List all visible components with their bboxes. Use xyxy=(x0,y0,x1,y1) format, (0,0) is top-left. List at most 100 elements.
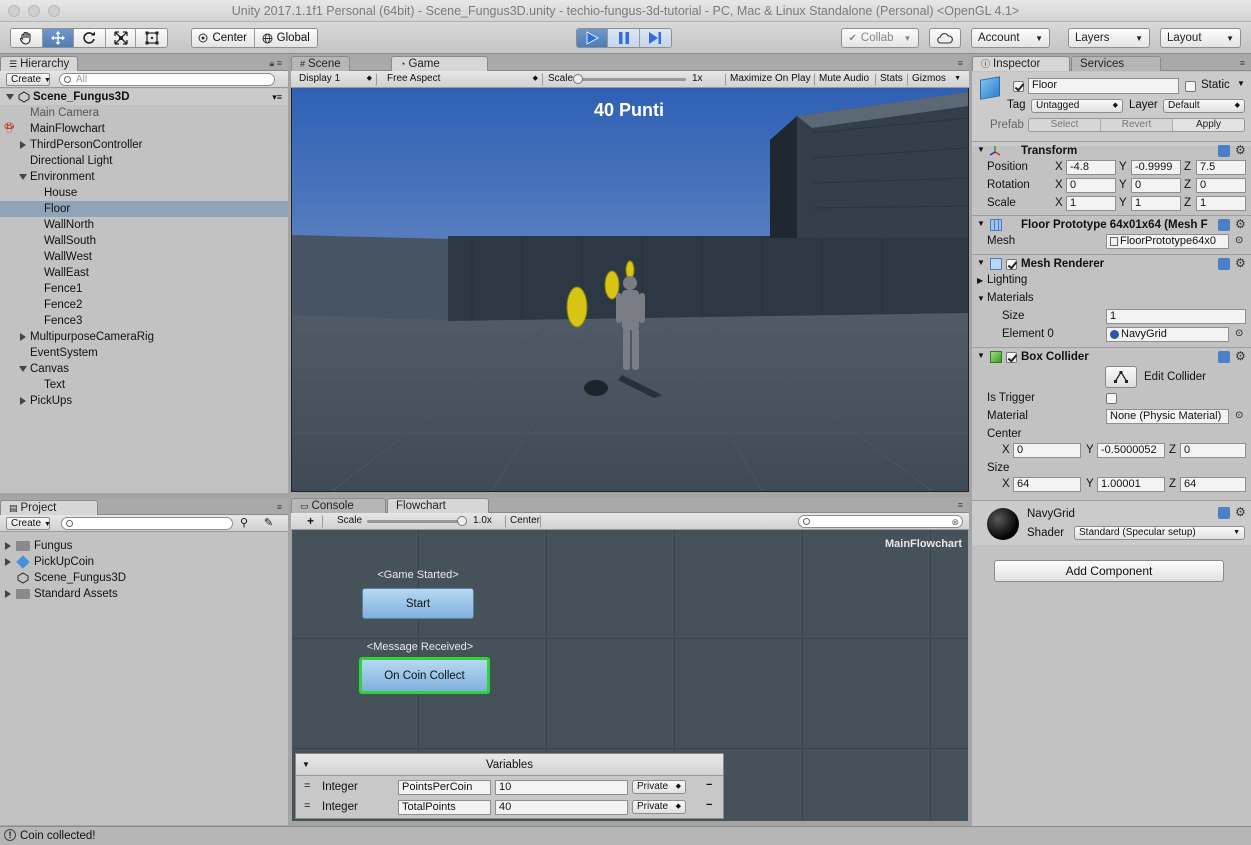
display-dropdown[interactable]: Display 1 ◆ xyxy=(295,73,377,86)
scale-y-field[interactable]: 1 xyxy=(1131,196,1181,211)
project-item-standard-assets[interactable]: Standard Assets xyxy=(0,586,288,602)
help-icon[interactable] xyxy=(1218,507,1230,519)
slider-thumb[interactable] xyxy=(573,74,583,84)
materials-size-field[interactable]: 1 xyxy=(1106,309,1246,324)
collapse-arrow-icon[interactable]: ▼ xyxy=(977,258,985,267)
materials-row[interactable]: ▼ Materials xyxy=(972,290,1251,308)
is-trigger-checkbox[interactable] xyxy=(1106,393,1117,404)
account-dropdown[interactable]: Account ▼ xyxy=(971,28,1050,48)
variable-row[interactable]: = Integer TotalPoints 40 Private ◆ − xyxy=(296,798,723,817)
center-view-button[interactable]: Center xyxy=(505,515,541,528)
remove-variable-button[interactable]: − xyxy=(706,779,712,791)
hand-tool-button[interactable] xyxy=(11,29,43,47)
material-section[interactable]: NavyGrid Shader Standard (Specular setup… xyxy=(972,500,1251,545)
block-start[interactable]: Start xyxy=(362,588,474,619)
expand-arrow-icon[interactable]: ▶ xyxy=(977,276,983,285)
tree-item-wallnorth[interactable]: WallNorth xyxy=(0,217,288,233)
tree-item-directional-light[interactable]: Directional Light xyxy=(0,153,288,169)
size-y-field[interactable]: 1.00001 xyxy=(1097,477,1165,492)
prefab-select-button[interactable]: Select xyxy=(1029,119,1101,131)
expand-arrow-icon[interactable] xyxy=(19,366,27,372)
tab-hierarchy[interactable]: ☰ Hierarchy xyxy=(0,56,79,71)
help-icon[interactable] xyxy=(1218,145,1230,157)
lighting-row[interactable]: ▶ Lighting xyxy=(972,272,1251,290)
gizmos-dropdown[interactable]: Gizmos ▼ xyxy=(907,73,965,86)
tree-item-thirdpersoncontroller[interactable]: ThirdPersonController xyxy=(0,137,288,153)
expand-arrow-icon[interactable] xyxy=(5,590,11,598)
tree-item-mainflowchart[interactable]: 🍄︎ MainFlowchart xyxy=(0,121,288,137)
project-item-fungus[interactable]: Fungus xyxy=(0,538,288,554)
variable-scope-dropdown[interactable]: Private ◆ xyxy=(632,780,686,794)
tab-flowchart[interactable]: Flowchart xyxy=(387,498,489,513)
expand-arrow-icon[interactable] xyxy=(5,558,11,566)
tree-item-fence1[interactable]: Fence1 xyxy=(0,281,288,297)
transform-header[interactable]: ▼ Transform ⚙ xyxy=(972,141,1251,161)
collapse-arrow-icon[interactable]: ▼ xyxy=(977,351,985,360)
variable-row[interactable]: = Integer PointsPerCoin 10 Private ◆ − xyxy=(296,778,723,797)
mesh-renderer-header[interactable]: ▼ Mesh Renderer ⚙ xyxy=(972,254,1251,274)
step-button[interactable] xyxy=(639,29,671,47)
project-search-input[interactable] xyxy=(61,517,233,530)
remove-variable-button[interactable]: − xyxy=(706,799,712,811)
panel-options-icon[interactable]: ≡ xyxy=(1240,58,1245,68)
expand-arrow-icon[interactable] xyxy=(20,141,26,149)
pause-button[interactable] xyxy=(608,29,640,47)
pivot-center-button[interactable]: Center xyxy=(192,29,255,47)
aspect-dropdown[interactable]: Free Aspect ◆ xyxy=(383,73,543,86)
rotation-y-field[interactable]: 0 xyxy=(1131,178,1181,193)
tab-inspector[interactable]: ⓘ Inspector xyxy=(972,56,1070,71)
size-x-field[interactable]: 64 xyxy=(1013,477,1081,492)
gear-icon[interactable]: ⚙ xyxy=(1235,506,1247,518)
collapse-arrow-icon[interactable]: ▼ xyxy=(977,294,985,303)
object-picker-icon[interactable]: ⊙ xyxy=(1235,328,1243,339)
rotation-z-field[interactable]: 0 xyxy=(1196,178,1246,193)
tree-item-walleast[interactable]: WallEast xyxy=(0,265,288,281)
tree-item-pickups[interactable]: PickUps xyxy=(0,393,288,409)
scale-z-field[interactable]: 1 xyxy=(1196,196,1246,211)
expand-arrow-icon[interactable] xyxy=(5,542,11,550)
panel-options-icon[interactable]: 🔒︎ ≡ xyxy=(269,58,282,69)
expand-arrow-icon[interactable] xyxy=(20,333,26,341)
slider-thumb[interactable] xyxy=(457,516,467,526)
flowchart-search-input[interactable]: ⊗ xyxy=(798,515,963,528)
tag-dropdown[interactable]: Untagged ◆ xyxy=(1031,99,1123,113)
rotation-x-field[interactable]: 0 xyxy=(1066,178,1116,193)
static-checkbox[interactable] xyxy=(1185,81,1196,92)
variable-key-field[interactable]: PointsPerCoin xyxy=(398,780,491,795)
tree-item-eventsystem[interactable]: EventSystem xyxy=(0,345,288,361)
collapse-arrow-icon[interactable]: ▼ xyxy=(977,219,985,228)
element0-field[interactable]: NavyGrid xyxy=(1106,327,1229,342)
hierarchy-search-input[interactable]: All xyxy=(59,73,275,86)
flowchart-canvas[interactable]: MainFlowchart <Game Started> Start <Mess… xyxy=(292,530,968,821)
tree-item-environment[interactable]: Environment xyxy=(0,169,288,185)
status-bar[interactable]: ! Coin collected! xyxy=(0,826,1251,845)
panel-options-icon[interactable]: ≡ xyxy=(958,500,963,510)
panel-options-icon[interactable]: ≡ xyxy=(958,58,963,68)
tab-scene[interactable]: # Scene xyxy=(291,56,350,71)
help-icon[interactable] xyxy=(1218,258,1230,270)
filter-by-label-icon[interactable]: ✎ xyxy=(264,516,273,529)
center-z-field[interactable]: 0 xyxy=(1180,443,1246,458)
collab-button[interactable]: ✔ Collab ▼ xyxy=(841,28,919,48)
object-name-field[interactable]: Floor xyxy=(1028,78,1179,94)
tree-item-text[interactable]: Text xyxy=(0,377,288,393)
variable-value-field[interactable]: 10 xyxy=(495,780,628,795)
box-collider-header[interactable]: ▼ Box Collider ⚙ xyxy=(972,347,1251,367)
flowchart-scale-slider[interactable] xyxy=(367,516,467,526)
prefab-apply-button[interactable]: Apply xyxy=(1173,119,1244,131)
clear-search-icon[interactable]: ⊗ xyxy=(951,517,959,528)
tree-item-canvas[interactable]: Canvas xyxy=(0,361,288,377)
position-y-field[interactable]: -0.9999 xyxy=(1131,160,1181,175)
gear-icon[interactable]: ⚙ xyxy=(1235,218,1247,230)
tab-console[interactable]: ▭ Console xyxy=(291,498,386,513)
tree-item-main-camera[interactable]: Main Camera xyxy=(0,105,288,121)
mesh-field[interactable]: FloorPrototype64x0 xyxy=(1106,234,1229,249)
variable-key-field[interactable]: TotalPoints xyxy=(398,800,491,815)
help-icon[interactable] xyxy=(1218,219,1230,231)
tree-item-wallsouth[interactable]: WallSouth xyxy=(0,233,288,249)
expand-arrow-icon[interactable] xyxy=(6,94,14,100)
variable-scope-dropdown[interactable]: Private ◆ xyxy=(632,800,686,814)
static-dropdown-arrow-icon[interactable]: ▼ xyxy=(1237,79,1245,88)
position-x-field[interactable]: -4.8 xyxy=(1066,160,1116,175)
panel-options-icon[interactable]: ≡ xyxy=(277,502,282,512)
